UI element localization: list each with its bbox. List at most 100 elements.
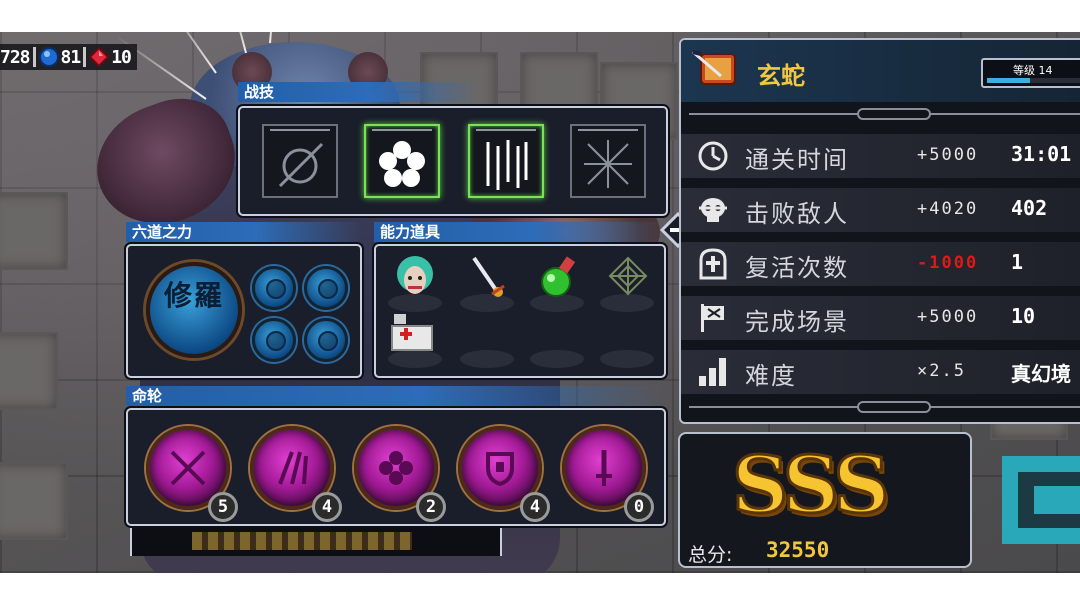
red-gem-icon: [89, 47, 110, 67]
medusa-head-icon[interactable]: [390, 252, 440, 302]
spider-web-icon[interactable]: [608, 256, 648, 296]
item-slot-shadow: [600, 350, 654, 368]
tab-fate: 命轮: [126, 386, 666, 406]
divider: [32, 47, 36, 67]
divider-ornament: [857, 108, 931, 120]
skill-slot-2[interactable]: [364, 124, 440, 198]
divider-ornament: [857, 401, 931, 413]
skill-slot-3[interactable]: [468, 124, 544, 198]
floor-tile: [0, 462, 68, 540]
fate-count-badge: 0: [624, 492, 654, 522]
asura-path-orb[interactable]: 修羅: [146, 262, 242, 358]
tab-six-paths: 六道之力: [126, 222, 362, 242]
fate-count-badge: 2: [416, 492, 446, 522]
needle: [226, 32, 247, 54]
character-name: 玄蛇: [757, 62, 805, 90]
items-panel: [374, 244, 666, 378]
shatter-icon: [584, 140, 632, 188]
skull-icon: [699, 198, 727, 222]
stat-label: 难度: [745, 362, 797, 390]
item-slot-shadow: [460, 350, 514, 368]
path-orb-1[interactable]: [252, 266, 296, 310]
item-slot-shadow: [530, 350, 584, 368]
banner-strip: [130, 528, 502, 556]
stat-row-scenes-completed: 完成场景 +5000 10: [681, 296, 1080, 340]
slot-bar: [476, 129, 536, 133]
skill-slot-4[interactable]: [570, 124, 646, 198]
xp-bar-track: [987, 78, 1080, 83]
asura-glyph: 修羅: [163, 279, 224, 312]
slot-bar: [270, 129, 330, 133]
total-score-label: 总分:: [688, 544, 733, 566]
rank-grade: SSS: [731, 439, 892, 533]
character-header: 玄蛇 等级 14: [681, 40, 1080, 102]
stat-row-enemies-defeated: 击败敌人 +4020 402: [681, 188, 1080, 232]
level-box: 等级 14: [981, 58, 1080, 88]
needle: [163, 32, 217, 74]
stat-label: 击败敌人: [745, 200, 849, 228]
dagger-icon[interactable]: [468, 254, 508, 300]
stat-label: 复活次数: [745, 254, 849, 282]
rain-slash-icon: [486, 140, 528, 190]
medkit-icon[interactable]: [390, 310, 436, 356]
slot-bar: [372, 129, 432, 133]
six-paths-panel: 修羅: [126, 244, 362, 378]
coin-count: 728: [0, 46, 30, 68]
stat-value: 402: [1011, 196, 1048, 220]
floor-tile: [0, 192, 68, 270]
stat-row-difficulty: 难度 ×2.5 真幻境: [681, 350, 1080, 394]
divider: [83, 47, 87, 67]
needle: [269, 32, 277, 44]
stat-label: 完成场景: [745, 308, 849, 336]
tab-skills: 战技: [238, 82, 478, 102]
path-orb-3[interactable]: [252, 318, 296, 362]
crossed-sword-icon: [170, 450, 206, 486]
stat-value: 1: [1011, 250, 1024, 274]
total-score-value: 32550: [766, 538, 830, 562]
green-potion-icon[interactable]: [538, 256, 578, 298]
skill-slot-1[interactable]: [262, 124, 338, 198]
stats-panel: 玄蛇 等级 14 通关时间 +5000 31:01 击败敌人 +4020 402: [679, 38, 1080, 424]
flower-icon: [379, 141, 425, 187]
floor-tile: [0, 332, 58, 410]
stat-bonus-negative: -1000: [917, 253, 979, 273]
red-gem-count: 10: [111, 46, 132, 68]
stat-value: 31:01: [1011, 142, 1072, 166]
slash-icon: [278, 451, 308, 485]
sword-icon: [596, 450, 612, 486]
skills-panel: [238, 106, 668, 216]
slot-bar: [578, 129, 638, 133]
resource-hud: 728 81 10: [0, 44, 137, 70]
next-arrow-button[interactable]: [998, 452, 1080, 548]
shield-icon: [486, 452, 514, 487]
stat-label: 通关时间: [745, 146, 849, 174]
item-slot-shadow: [600, 294, 654, 312]
path-orb-2[interactable]: [304, 266, 348, 310]
flag-icon: [701, 304, 724, 332]
stat-value: 真幻境: [1011, 362, 1071, 386]
banner-decoration: [192, 532, 412, 550]
stat-bonus: +5000: [917, 307, 979, 327]
path-orb-4[interactable]: [304, 318, 348, 362]
stat-value: 10: [1011, 304, 1036, 328]
clock-icon: [698, 141, 728, 171]
fate-count-badge: 5: [208, 492, 238, 522]
rank-panel: SSS 总分: 32550: [678, 432, 972, 568]
tab-items: 能力道具: [374, 222, 666, 242]
stat-bonus: +5000: [917, 145, 979, 165]
xp-bar-fill: [987, 78, 1031, 83]
difficulty-bars-icon: [699, 358, 726, 386]
blue-gem-count: 81: [60, 46, 82, 68]
blue-gem-icon: [38, 47, 59, 67]
stat-row-clear-time: 通关时间 +5000 31:01: [681, 134, 1080, 178]
fate-wheel-panel: 5 4 2 4 0: [126, 408, 666, 526]
stat-bonus: ×2.5: [917, 361, 966, 381]
scroll-icon: [692, 50, 736, 85]
stat-bonus: +4020: [917, 199, 979, 219]
fate-count-badge: 4: [312, 492, 342, 522]
stat-row-revives: 复活次数 -1000 1: [681, 242, 1080, 286]
level-label: 等级 14: [1013, 64, 1053, 77]
flower-icon: [379, 451, 413, 485]
tombstone-icon: [699, 248, 727, 280]
fate-count-badge: 4: [520, 492, 550, 522]
